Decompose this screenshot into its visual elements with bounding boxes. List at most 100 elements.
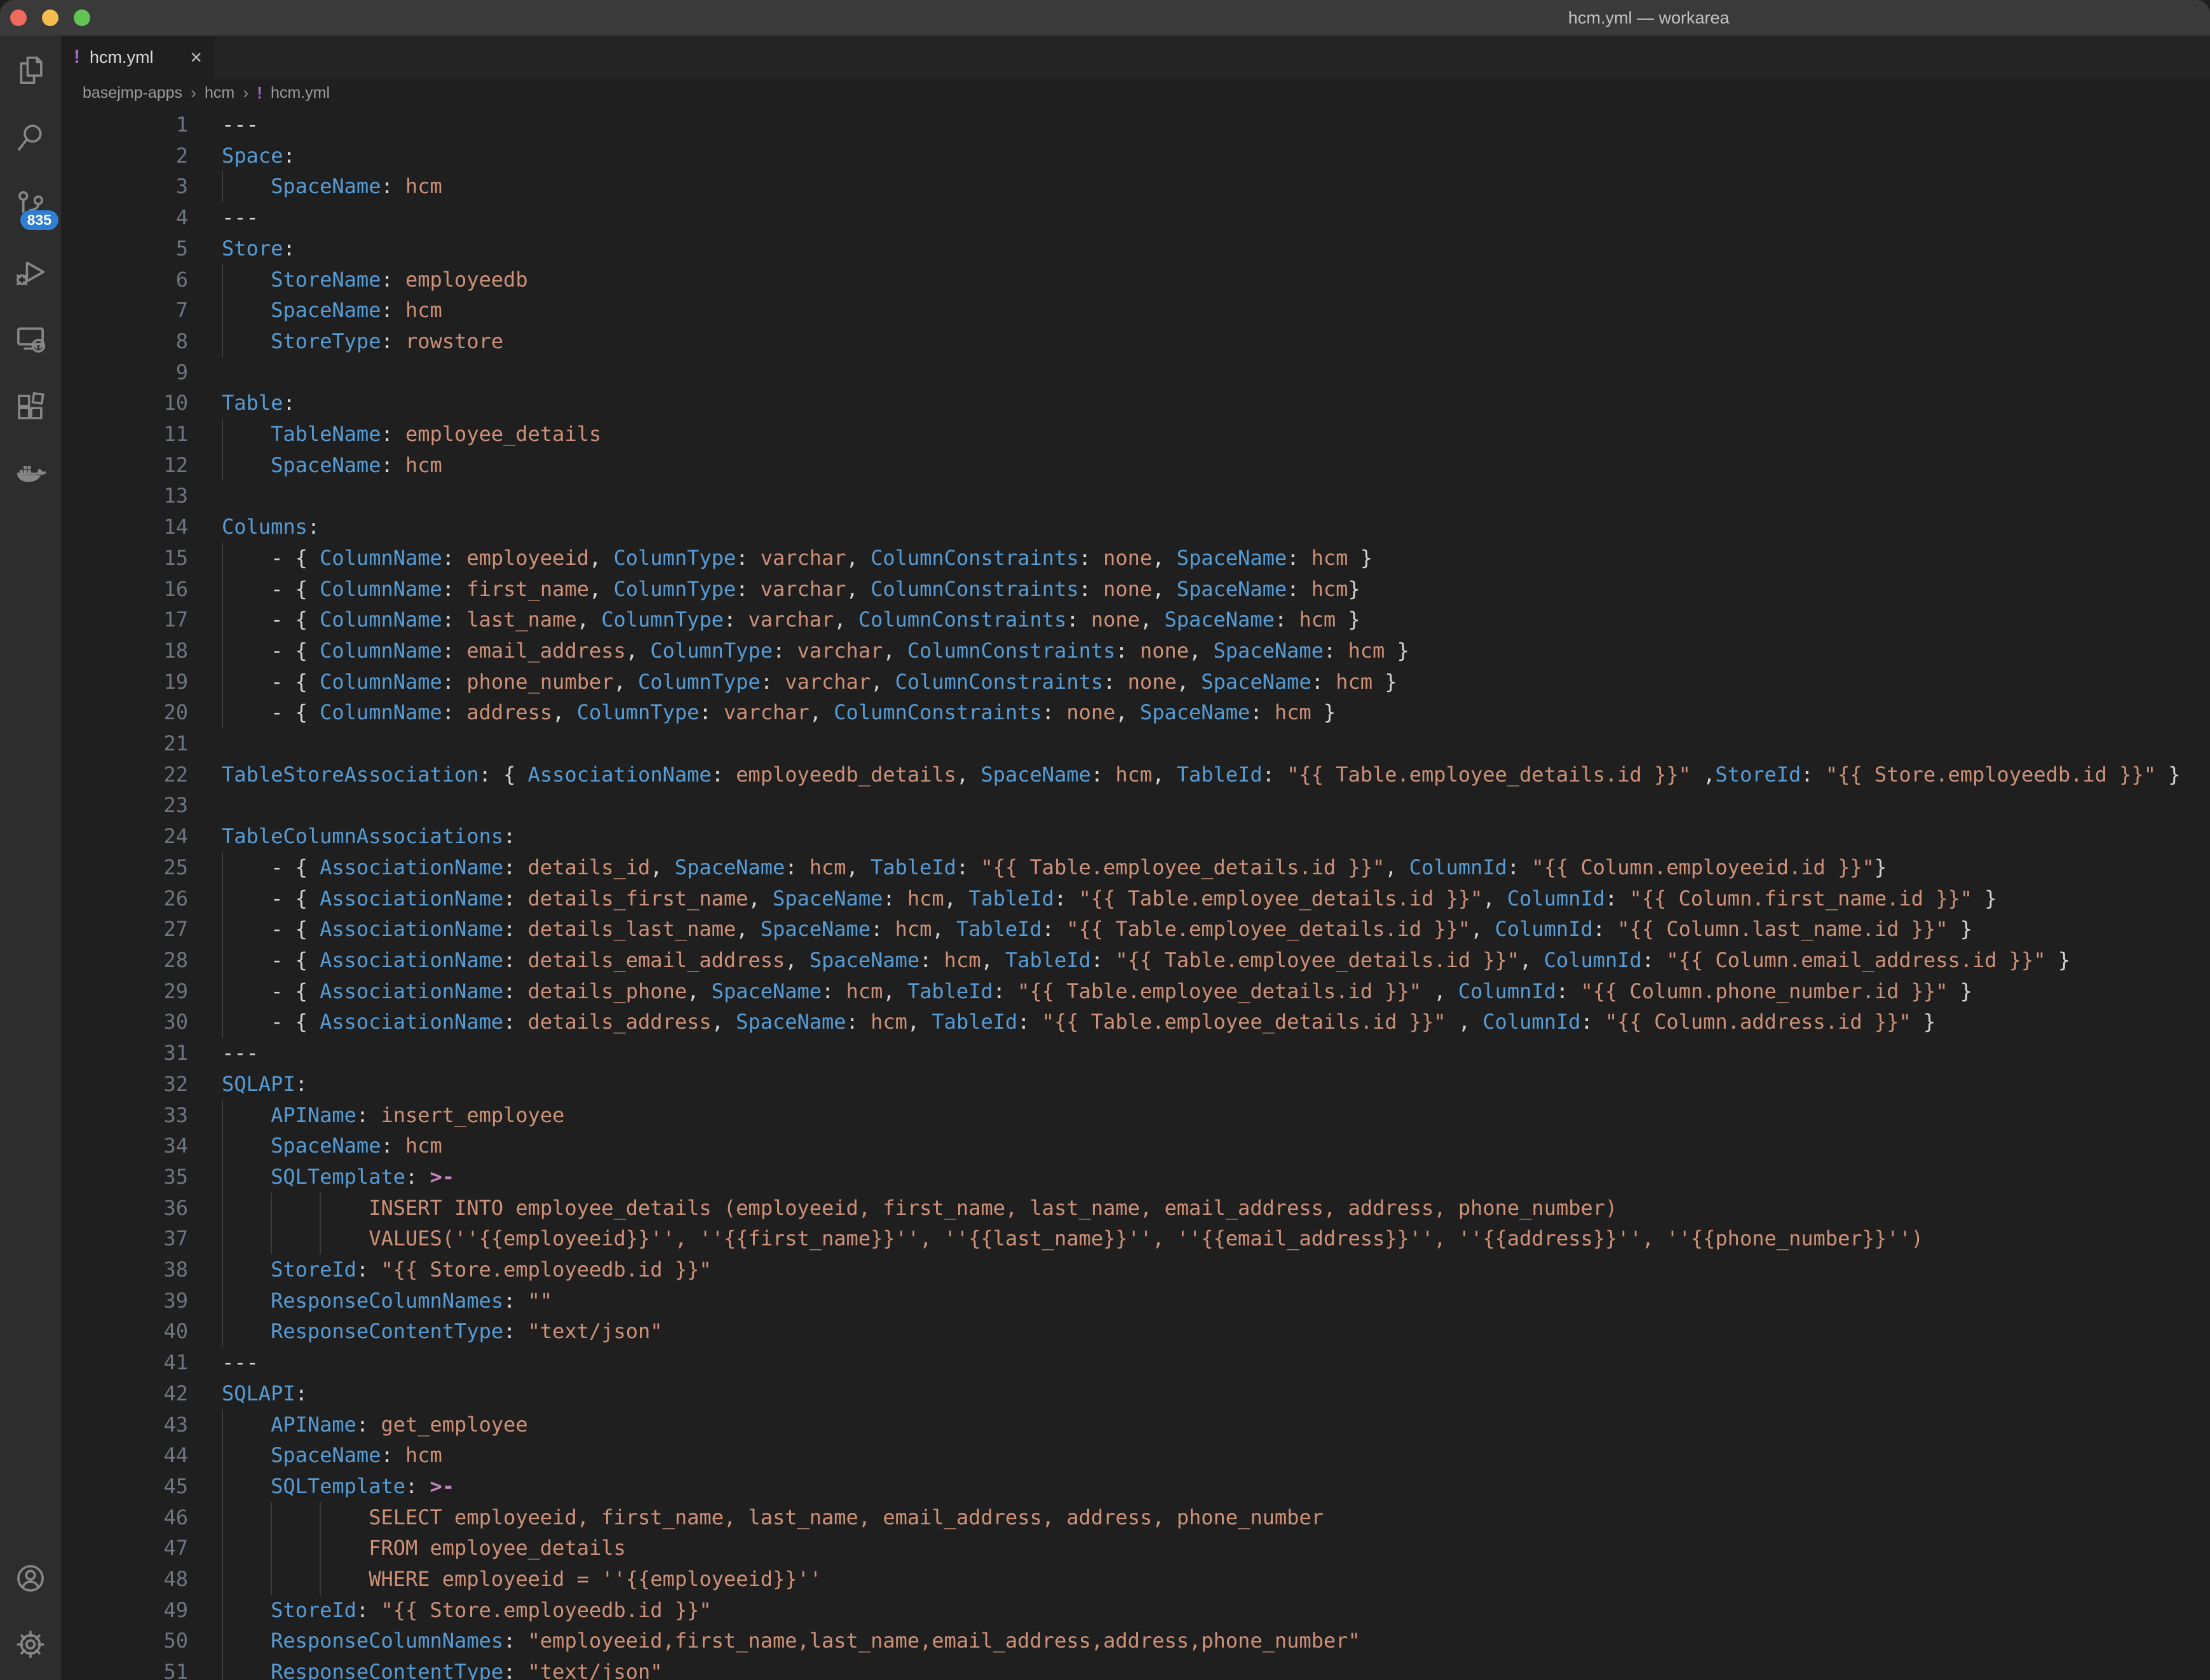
code-line[interactable]: 13 [61,480,2210,511]
code-line[interactable]: 28 - { AssociationName: details_email_ad… [61,945,2210,976]
code-line[interactable]: 26 - { AssociationName: details_first_na… [61,883,2210,914]
line-number: 45 [61,1471,188,1502]
code-line[interactable]: 30 - { AssociationName: details_address,… [61,1006,2210,1038]
zoom-window-button[interactable] [74,10,90,26]
code-text: - { ColumnName: email_address, ColumnTyp… [222,635,1409,667]
code-line[interactable]: 15 - { ColumnName: employeeid, ColumnTyp… [61,543,2210,574]
code-line[interactable]: 25 - { AssociationName: details_id, Spac… [61,852,2210,883]
code-text: SQLTemplate: >- [222,1471,454,1502]
run-and-debug-icon[interactable] [13,254,48,290]
code-line[interactable]: 33 APIName: insert_employee [61,1100,2210,1131]
tab-hcm-yml[interactable]: ! hcm.yml × [61,36,215,79]
activity-bar: 835 [0,36,61,1680]
source-control-icon[interactable]: 835 [13,187,48,222]
code-line[interactable]: 32SQLAPI: [61,1069,2210,1100]
settings-gear-icon[interactable] [13,1627,48,1662]
code-line[interactable]: 47 FROM employee_details [61,1533,2210,1564]
code-line[interactable]: 39 ResponseColumnNames: "" [61,1285,2210,1317]
code-text: SpaceName: hcm [222,450,442,481]
code-line[interactable]: 31--- [61,1038,2210,1069]
code-line[interactable]: 7 SpaceName: hcm [61,295,2210,326]
code-text: - { ColumnName: phone_number, ColumnType… [222,667,1397,698]
code-line[interactable]: 16 - { ColumnName: first_name, ColumnTyp… [61,574,2210,605]
line-number: 30 [61,1006,188,1038]
code-text: ResponseColumnNames: "employeeid,first_n… [222,1625,1360,1656]
minimize-window-button[interactable] [42,10,58,26]
code-text: TableName: employee_details [222,419,601,450]
line-number: 25 [61,852,188,883]
code-line[interactable]: 43 APIName: get_employee [61,1409,2210,1440]
code-line[interactable]: 45 SQLTemplate: >- [61,1471,2210,1502]
code-line[interactable]: 21 [61,728,2210,759]
remote-explorer-icon[interactable] [13,322,48,357]
code-line[interactable]: 37 VALUES(''{{employeeid}}'', ''{{first_… [61,1223,2210,1254]
code-line[interactable]: 23 [61,790,2210,821]
code-line[interactable]: 41--- [61,1347,2210,1378]
code-editor[interactable]: 1---2Space:3 SpaceName: hcm4---5Store:6 … [61,107,2210,1680]
line-number: 27 [61,914,188,945]
code-line[interactable]: 38 StoreId: "{{ Store.employeedb.id }}" [61,1254,2210,1285]
line-number: 6 [61,264,188,295]
code-line[interactable]: 48 WHERE employeeid = ''{{employeeid}}'' [61,1564,2210,1595]
code-line[interactable]: 20 - { ColumnName: address, ColumnType: … [61,697,2210,728]
docker-icon[interactable] [13,456,48,492]
code-line[interactable]: 8 StoreType: rowstore [61,326,2210,357]
code-line[interactable]: 36 INSERT INTO employee_details (employe… [61,1193,2210,1224]
code-line[interactable]: 44 SpaceName: hcm [61,1440,2210,1471]
line-number: 3 [61,171,188,202]
code-line[interactable]: 14Columns: [61,511,2210,543]
code-line[interactable]: 22TableStoreAssociation: { AssociationNa… [61,759,2210,790]
breadcrumb: basejmp-apps › hcm › ! hcm.yml [61,79,2210,107]
code-line[interactable]: 35 SQLTemplate: >- [61,1162,2210,1193]
code-text: - { ColumnName: first_name, ColumnType: … [222,574,1360,605]
line-number: 44 [61,1440,188,1471]
code-line[interactable]: 12 SpaceName: hcm [61,450,2210,481]
code-line[interactable]: 11 TableName: employee_details [61,419,2210,450]
code-line[interactable]: 46 SELECT employeeid, first_name, last_n… [61,1502,2210,1533]
code-line[interactable]: 9 [61,357,2210,388]
line-number: 24 [61,821,188,852]
code-line[interactable]: 42SQLAPI: [61,1378,2210,1409]
code-line[interactable]: 4--- [61,202,2210,233]
code-line[interactable]: 18 - { ColumnName: email_address, Column… [61,635,2210,667]
code-line[interactable]: 5Store: [61,233,2210,264]
tab-close-icon[interactable]: × [190,47,202,67]
breadcrumb-folder[interactable]: basejmp-apps [83,84,182,102]
code-text: Table: [222,388,295,419]
code-line[interactable]: 49 StoreId: "{{ Store.employeedb.id }}" [61,1595,2210,1626]
line-number: 23 [61,790,188,821]
code-text: --- [222,202,259,233]
code-line[interactable]: 3 SpaceName: hcm [61,171,2210,202]
breadcrumb-folder[interactable]: hcm [205,84,234,102]
code-line[interactable]: 51 ResponseContentType: "text/json" [61,1656,2210,1680]
close-window-button[interactable] [10,10,27,26]
line-number: 46 [61,1502,188,1533]
code-line[interactable]: 34 SpaceName: hcm [61,1130,2210,1162]
code-line[interactable]: 29 - { AssociationName: details_phone, S… [61,976,2210,1007]
line-number: 11 [61,419,188,450]
line-number: 17 [61,604,188,635]
code-line[interactable]: 1--- [61,109,2210,140]
explorer-icon[interactable] [13,52,48,88]
extensions-icon[interactable] [13,389,48,424]
line-number: 9 [61,357,188,388]
code-line[interactable]: 27 - { AssociationName: details_last_nam… [61,914,2210,945]
line-number: 5 [61,233,188,264]
chevron-right-icon: › [243,83,248,103]
line-number: 42 [61,1378,188,1409]
code-text: - { ColumnName: last_name, ColumnType: v… [222,604,1360,635]
accounts-icon[interactable] [13,1561,48,1596]
code-line[interactable]: 19 - { ColumnName: phone_number, ColumnT… [61,667,2210,698]
breadcrumb-file[interactable]: hcm.yml [271,84,330,102]
code-line[interactable]: 17 - { ColumnName: last_name, ColumnType… [61,604,2210,635]
line-number: 1 [61,109,188,140]
code-line[interactable]: 2Space: [61,140,2210,172]
code-line[interactable]: 10Table: [61,388,2210,419]
line-number: 43 [61,1409,188,1440]
search-icon[interactable] [13,119,48,155]
code-line[interactable]: 50 ResponseColumnNames: "employeeid,firs… [61,1625,2210,1656]
code-line[interactable]: 24TableColumnAssociations: [61,821,2210,852]
code-text: Space: [222,140,295,172]
code-line[interactable]: 40 ResponseContentType: "text/json" [61,1316,2210,1347]
code-line[interactable]: 6 StoreName: employeedb [61,264,2210,295]
